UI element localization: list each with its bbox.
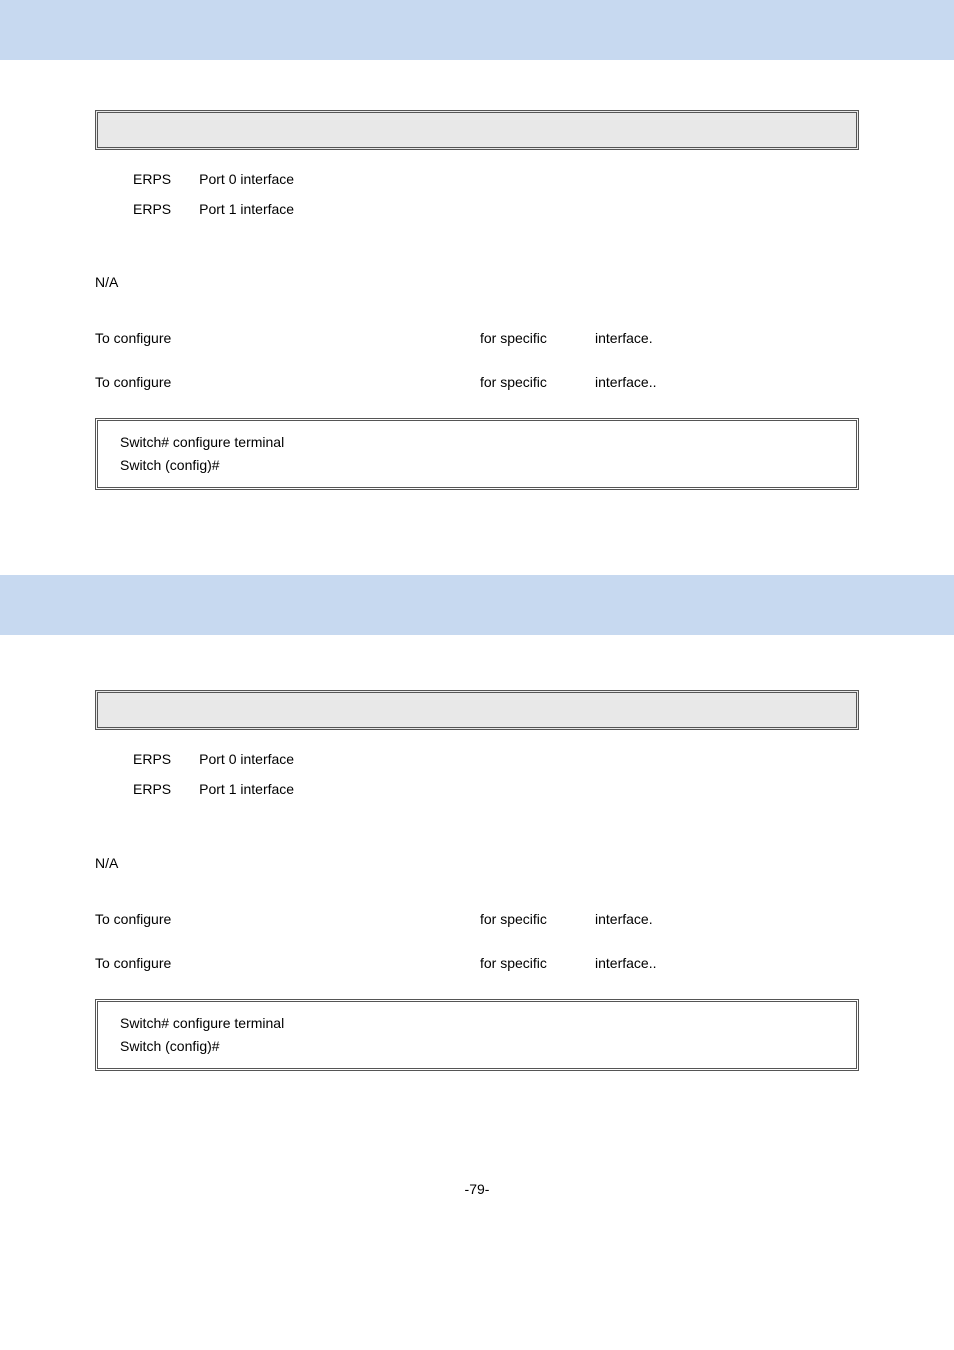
- usage-left: To configure: [95, 955, 480, 971]
- syntax-box: [95, 690, 859, 730]
- syntax-box: [95, 110, 859, 150]
- usage-mid: for specific: [480, 374, 595, 390]
- param-term: ERPS: [133, 781, 171, 797]
- param-term: ERPS: [133, 201, 171, 217]
- param-line: ERPS Port 0 interface: [133, 170, 859, 190]
- example-box: Switch# configure terminal Switch (confi…: [95, 418, 859, 490]
- param-term: ERPS: [133, 751, 171, 767]
- example-line: Switch# configure terminal: [120, 431, 834, 454]
- param-line: ERPS Port 1 interface: [133, 200, 859, 220]
- example-line: Switch (config)#: [120, 454, 834, 477]
- usage-right: interface..: [595, 374, 656, 390]
- usage-right: interface.: [595, 330, 653, 346]
- usage-right: interface.: [595, 911, 653, 927]
- section-band: [0, 0, 954, 60]
- default-value: N/A: [95, 855, 859, 871]
- param-desc: Port 1 interface: [199, 781, 294, 797]
- param-line: ERPS Port 1 interface: [133, 780, 859, 800]
- param-desc: Port 0 interface: [199, 751, 294, 767]
- param-desc: Port 1 interface: [199, 201, 294, 217]
- param-line: ERPS Port 0 interface: [133, 750, 859, 770]
- usage-line: To configure for specific interface.: [95, 911, 859, 927]
- usage-mid: for specific: [480, 330, 595, 346]
- param-desc: Port 0 interface: [199, 171, 294, 187]
- usage-mid: for specific: [480, 911, 595, 927]
- param-term: ERPS: [133, 171, 171, 187]
- example-box: Switch# configure terminal Switch (confi…: [95, 999, 859, 1071]
- page-number: -79-: [0, 1181, 954, 1197]
- example-line: Switch# configure terminal: [120, 1012, 834, 1035]
- example-line: Switch (config)#: [120, 1035, 834, 1058]
- usage-line: To configure for specific interface..: [95, 374, 859, 390]
- section-band: [0, 575, 954, 635]
- usage-left: To configure: [95, 330, 480, 346]
- usage-mid: for specific: [480, 955, 595, 971]
- usage-line: To configure for specific interface.: [95, 330, 859, 346]
- usage-left: To configure: [95, 374, 480, 390]
- usage-right: interface..: [595, 955, 656, 971]
- default-value: N/A: [95, 274, 859, 290]
- usage-line: To configure for specific interface..: [95, 955, 859, 971]
- usage-left: To configure: [95, 911, 480, 927]
